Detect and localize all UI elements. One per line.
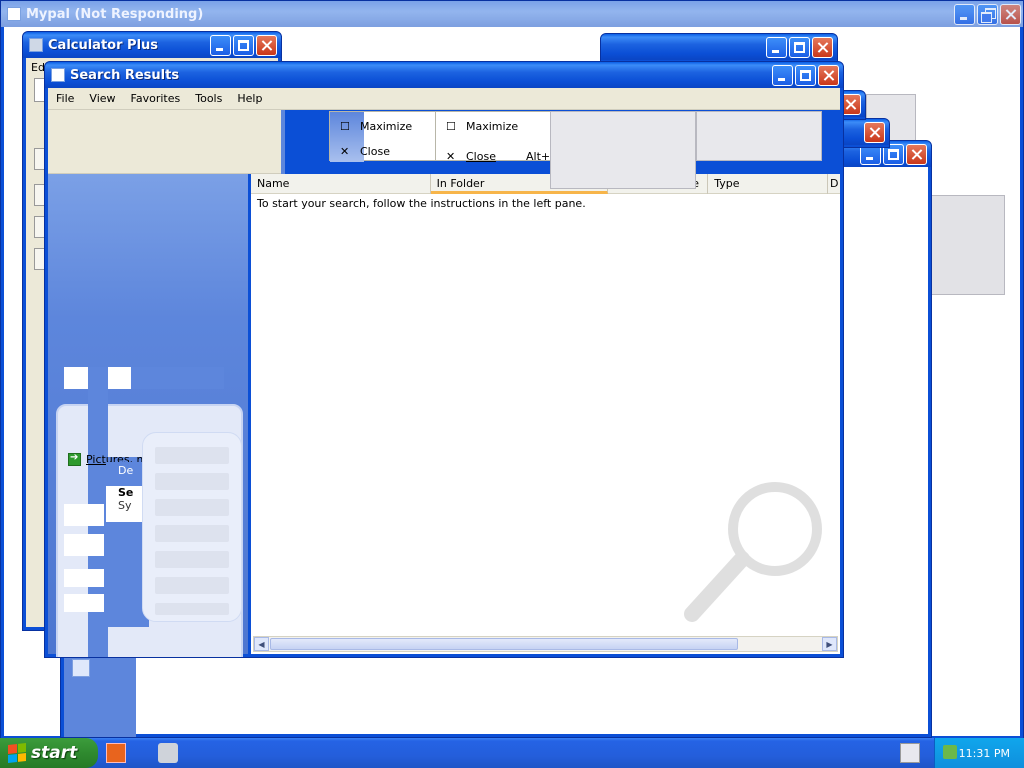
- search-results-titlebar[interactable]: Search Results: [45, 62, 843, 88]
- partial-label-se: Se: [118, 486, 134, 499]
- quick-launch-app-icon[interactable]: [106, 743, 126, 763]
- ghost-panel: [550, 111, 696, 189]
- ie-icon[interactable]: [72, 659, 90, 677]
- search-hint-text: To start your search, follow the instruc…: [257, 197, 586, 210]
- desktop: Mypal (Not Responding) Calculator Plus E…: [0, 0, 1024, 768]
- taskbar: start 11:31 PM: [0, 738, 1024, 768]
- close-button[interactable]: [864, 122, 885, 143]
- menu-help[interactable]: Help: [237, 92, 262, 105]
- maximize-icon: ☐: [340, 120, 350, 133]
- restore-button[interactable]: [977, 4, 998, 25]
- clock[interactable]: 11:31 PM: [959, 747, 1010, 760]
- menu-item-close[interactable]: ✕ Close: [330, 142, 436, 162]
- close-button[interactable]: [906, 144, 927, 165]
- menu-item-close[interactable]: ✕ Close Alt+: [436, 142, 550, 172]
- quick-launch-explorer-icon[interactable]: [158, 743, 178, 763]
- column-type[interactable]: Type: [708, 174, 829, 194]
- scrollbar-thumb[interactable]: [270, 638, 738, 650]
- ghost-panel: [696, 111, 822, 161]
- search-options-card: [142, 432, 242, 622]
- search-window-icon: [51, 68, 65, 82]
- search-results-window: Search Results File View Favorites Tools…: [44, 61, 844, 658]
- mypal-title: Mypal (Not Responding): [26, 6, 204, 22]
- close-button[interactable]: [812, 37, 833, 58]
- scroll-left-arrow-icon[interactable]: ◀: [254, 637, 269, 651]
- minimize-button[interactable]: [954, 4, 975, 25]
- close-icon: ✕: [340, 145, 350, 158]
- partial-label-de: De: [106, 462, 142, 480]
- background-window: [600, 33, 838, 63]
- menu-item-maximize[interactable]: ☐ Maximize: [330, 112, 436, 142]
- magnifier-watermark-icon: [684, 482, 822, 622]
- start-button[interactable]: start: [0, 738, 98, 768]
- menu-file[interactable]: File: [56, 92, 74, 105]
- column-date[interactable]: D: [828, 174, 840, 194]
- column-header: Name In Folder e Type D: [251, 174, 840, 194]
- menu-view[interactable]: View: [89, 92, 115, 105]
- minimize-button[interactable]: [772, 65, 793, 86]
- menu-tools[interactable]: Tools: [195, 92, 222, 105]
- arrow-right-icon: [68, 452, 81, 466]
- maximize-button[interactable]: [795, 65, 816, 86]
- maximize-icon: ☐: [446, 120, 456, 133]
- toolbar-area: [48, 110, 281, 174]
- context-menu: ☐ Maximize ✕ Close Alt+: [435, 111, 551, 163]
- start-label: start: [31, 743, 78, 763]
- network-icon[interactable]: [943, 745, 957, 759]
- results-pane: Name In Folder e Type D To start your se…: [251, 174, 840, 654]
- menu-favorites[interactable]: Favorites: [131, 92, 181, 105]
- context-menu: ☐ Maximize ✕ Close: [329, 111, 437, 162]
- calculator-titlebar[interactable]: Calculator Plus: [23, 32, 281, 58]
- maximize-button[interactable]: [789, 37, 810, 58]
- close-button[interactable]: [818, 65, 839, 86]
- minimize-button[interactable]: [766, 37, 787, 58]
- close-button[interactable]: [1000, 4, 1021, 25]
- column-name[interactable]: Name: [251, 174, 431, 194]
- shortcut-label: Alt+: [526, 150, 551, 163]
- system-tray: 11:31 PM: [934, 738, 1024, 768]
- maximize-button[interactable]: [233, 35, 254, 56]
- horizontal-scrollbar[interactable]: ◀ ▶: [253, 636, 838, 652]
- menu-bar: File View Favorites Tools Help: [48, 88, 840, 110]
- mypal-titlebar[interactable]: Mypal (Not Responding): [1, 1, 1023, 27]
- calculator-title: Calculator Plus: [48, 37, 159, 53]
- close-icon: ✕: [446, 150, 456, 163]
- window-icon: [7, 7, 21, 21]
- windows-logo-icon: [8, 743, 26, 763]
- keyboard-icon[interactable]: [900, 743, 920, 763]
- search-companion-pane: Pictures, music, or video De Se Sy: [48, 174, 248, 657]
- close-button[interactable]: [256, 35, 277, 56]
- calculator-icon: [29, 38, 43, 52]
- scroll-right-arrow-icon[interactable]: ▶: [822, 637, 837, 651]
- partial-label-sy: Sy: [118, 499, 132, 512]
- minimize-button[interactable]: [210, 35, 231, 56]
- menu-item-maximize[interactable]: ☐ Maximize: [436, 112, 550, 142]
- search-results-title: Search Results: [70, 67, 180, 83]
